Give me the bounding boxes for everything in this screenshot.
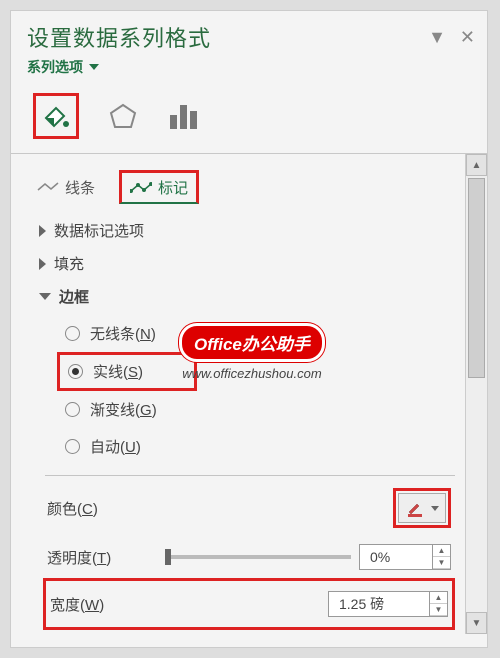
border-option-solid-label: 实线(S) xyxy=(93,361,143,382)
watermark-badge: Office办公助手 xyxy=(179,323,325,362)
transparency-label: 透明度(T) xyxy=(47,547,157,568)
radio-selected-icon xyxy=(68,364,83,379)
pane-close-icon[interactable]: ✕ xyxy=(460,27,475,48)
caret-down-icon xyxy=(89,64,99,70)
width-spinner[interactable]: 1.25 磅 ▲▼ xyxy=(328,591,448,617)
spin-up-icon[interactable]: ▲ xyxy=(433,545,450,557)
border-option-auto-label: 自动(U) xyxy=(90,436,141,457)
series-options-tab[interactable] xyxy=(167,101,199,131)
category-tabs xyxy=(11,87,487,154)
expand-icon xyxy=(39,258,46,270)
radio-icon xyxy=(65,402,80,417)
transparency-row: 透明度(T) 0% ▲▼ xyxy=(47,536,451,578)
border-option-gradient[interactable]: 渐变线(G) xyxy=(65,391,479,428)
watermark-url: www.officezhushou.com xyxy=(182,366,321,381)
expand-icon xyxy=(39,225,46,237)
divider xyxy=(45,475,455,476)
effects-tab[interactable] xyxy=(107,100,139,132)
section-border-label: 边框 xyxy=(59,286,89,307)
section-fill[interactable]: 填充 xyxy=(27,247,479,280)
color-pen-icon xyxy=(405,498,425,518)
spin-up-icon[interactable]: ▲ xyxy=(430,592,447,604)
pane-header: 设置数据系列格式 ▼ ✕ xyxy=(11,11,487,57)
series-options-label: 系列选项 xyxy=(27,57,83,77)
pane-title: 设置数据系列格式 xyxy=(27,21,211,53)
transparency-slider[interactable] xyxy=(165,555,351,559)
watermark: Office办公助手 www.officezhushou.com xyxy=(179,323,325,381)
border-option-none-label: 无线条(N) xyxy=(90,323,156,344)
width-value[interactable]: 1.25 磅 xyxy=(329,592,429,616)
section-border[interactable]: 边框 xyxy=(27,280,479,313)
scroll-thumb[interactable] xyxy=(468,178,485,378)
border-option-gradient-label: 渐变线(G) xyxy=(90,399,157,420)
vertical-scrollbar[interactable]: ▲ ▼ xyxy=(465,154,487,634)
marker-line-icon xyxy=(130,181,152,195)
subtab-marker-label: 标记 xyxy=(158,177,188,198)
content-area: 线条 标记 数据标记选项 填充 边框 xyxy=(11,154,487,634)
color-picker-button[interactable] xyxy=(398,493,446,523)
pane-menu-caret-icon[interactable]: ▼ xyxy=(428,27,446,48)
scroll-down-icon[interactable]: ▼ xyxy=(466,612,487,634)
width-label: 宽度(W) xyxy=(50,594,160,615)
pentagon-icon xyxy=(107,100,139,132)
line-icon xyxy=(37,180,59,194)
border-option-solid[interactable]: 实线(S) xyxy=(57,352,197,391)
subtab-line[interactable]: 线条 xyxy=(31,175,101,200)
color-label: 颜色(C) xyxy=(47,498,157,519)
transparency-value[interactable]: 0% xyxy=(360,545,432,569)
transparency-spinner[interactable]: 0% ▲▼ xyxy=(359,544,451,570)
line-marker-subtabs: 线条 标记 xyxy=(27,166,479,214)
radio-icon xyxy=(65,326,80,341)
series-options-dropdown[interactable]: 系列选项 xyxy=(11,57,487,87)
format-data-series-pane: 设置数据系列格式 ▼ ✕ 系列选项 xyxy=(10,10,488,648)
spin-down-icon[interactable]: ▼ xyxy=(430,604,447,616)
width-row: 宽度(W) 1.25 磅 ▲▼ xyxy=(50,583,448,625)
collapse-icon xyxy=(39,293,51,300)
fill-line-tab[interactable] xyxy=(33,93,79,139)
color-row: 颜色(C) xyxy=(47,480,451,536)
bar-chart-icon xyxy=(167,101,199,131)
paint-bucket-icon xyxy=(40,100,72,132)
border-option-auto[interactable]: 自动(U) xyxy=(65,428,479,465)
scroll-up-icon[interactable]: ▲ xyxy=(466,154,487,176)
spin-down-icon[interactable]: ▼ xyxy=(433,557,450,569)
subtab-line-label: 线条 xyxy=(65,177,95,198)
section-marker-options-label: 数据标记选项 xyxy=(54,220,144,241)
dropdown-arrow-icon xyxy=(431,506,439,511)
section-fill-label: 填充 xyxy=(54,253,84,274)
subtab-marker[interactable]: 标记 xyxy=(119,170,199,204)
radio-icon xyxy=(65,439,80,454)
section-marker-options[interactable]: 数据标记选项 xyxy=(27,214,479,247)
